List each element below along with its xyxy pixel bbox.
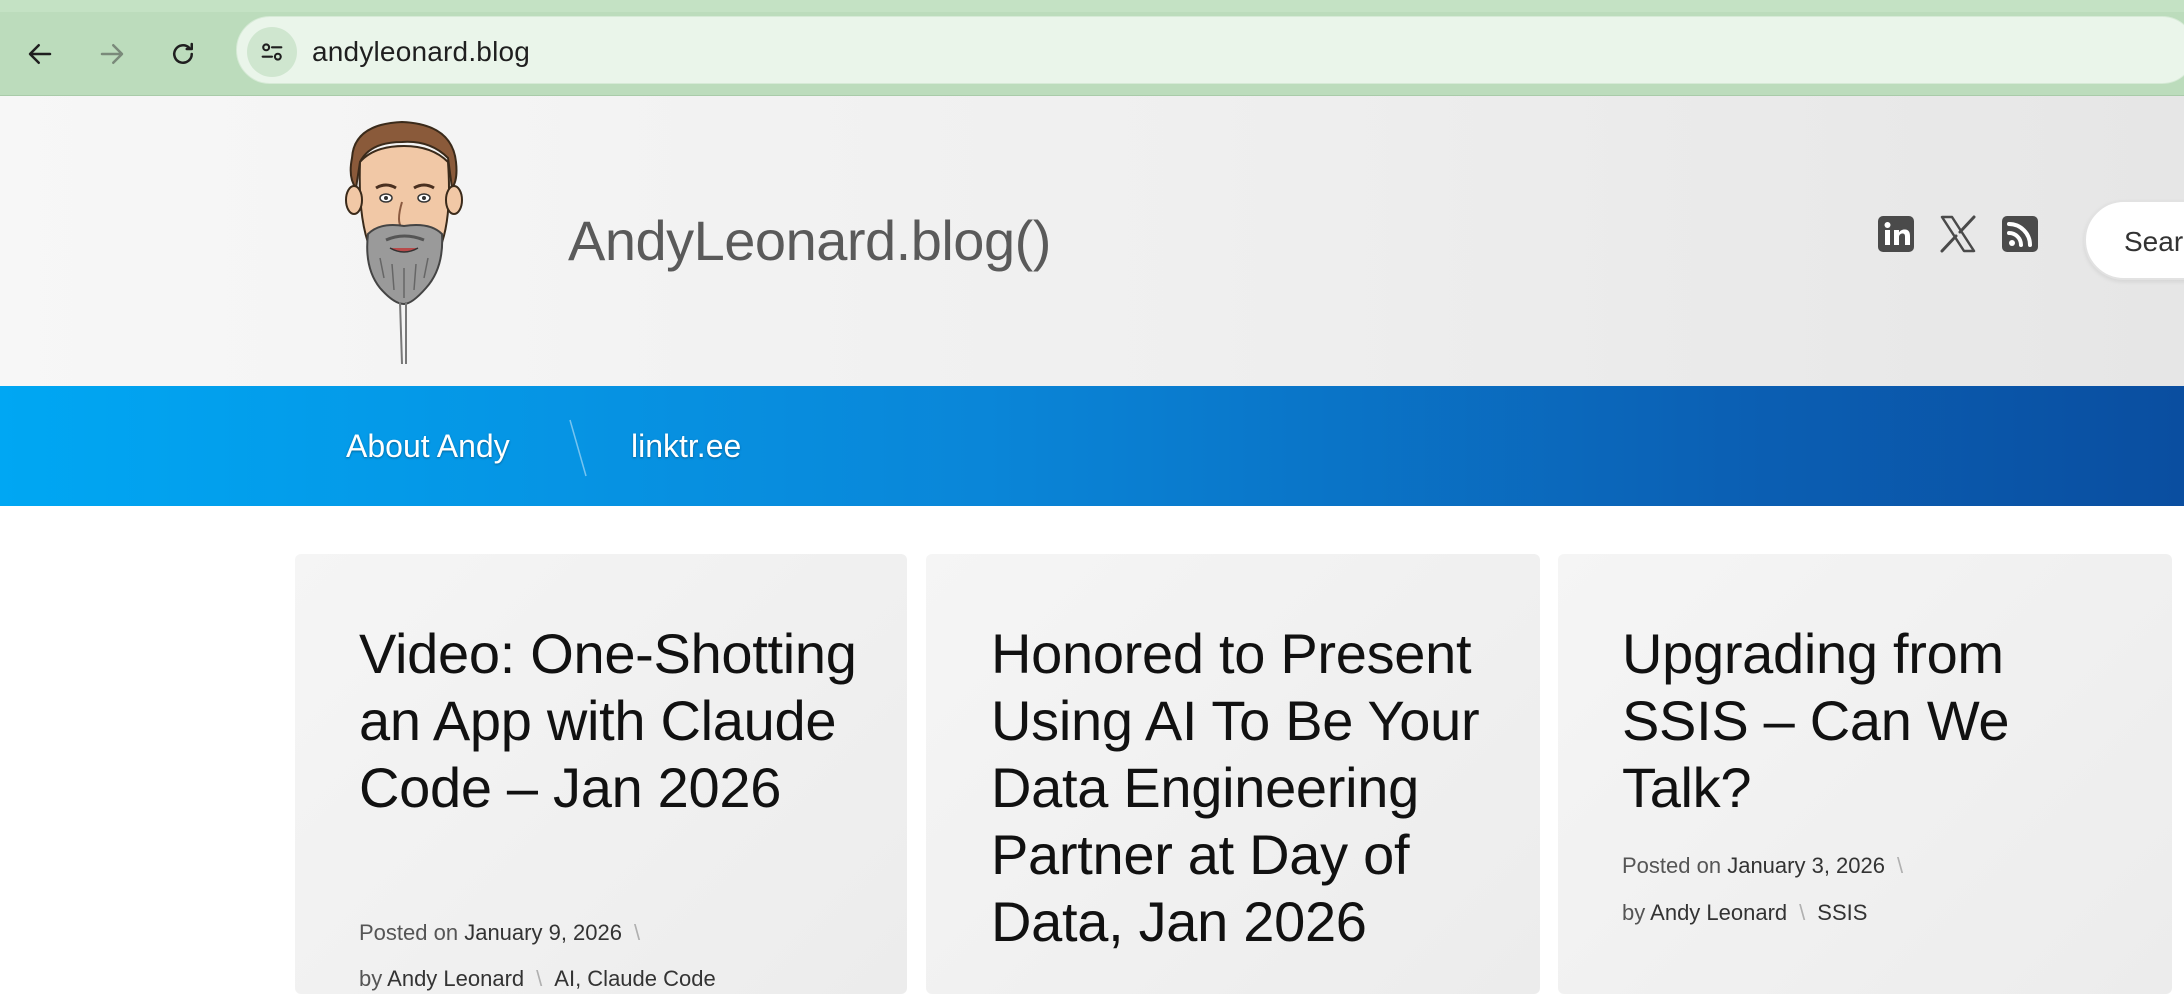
by-label: by: [359, 966, 383, 991]
post-category-links[interactable]: AI, Claude Code: [554, 966, 715, 991]
post-title[interactable]: Upgrading from SSIS – Can We Talk?: [1622, 620, 2122, 821]
nav-item-about-andy[interactable]: About Andy: [346, 428, 510, 465]
post-date-link[interactable]: January 3, 2026: [1727, 853, 1885, 878]
main-navigation: About Andy linktr.ee: [0, 386, 2184, 506]
post-author-meta: by Andy Leonard \ AI, Claude Code: [359, 966, 716, 992]
meta-separator: \: [536, 966, 543, 991]
post-date-link[interactable]: January 9, 2026: [464, 920, 622, 945]
reload-button[interactable]: [159, 30, 207, 78]
meta-separator: \: [1799, 900, 1806, 925]
post-card: Honored to Present Using AI To Be Your D…: [926, 554, 1540, 994]
url-text[interactable]: andyleonard.blog: [312, 36, 530, 68]
site-info-button[interactable]: [247, 27, 297, 77]
search-input[interactable]: Search: [2084, 200, 2184, 280]
post-card: Video: One-Shotting an App with Claude C…: [295, 554, 907, 994]
post-title[interactable]: Honored to Present Using AI To Be Your D…: [991, 620, 1511, 955]
post-card: Upgrading from SSIS – Can We Talk? Poste…: [1558, 554, 2172, 994]
avatar-caricature[interactable]: [340, 118, 470, 368]
linkedin-icon: [1878, 216, 1914, 252]
post-author-link[interactable]: Andy Leonard: [1650, 900, 1787, 925]
post-date-meta: Posted on January 3, 2026 \: [1622, 853, 1915, 879]
linkedin-link[interactable]: [1876, 214, 1916, 254]
forward-button[interactable]: [88, 30, 136, 78]
site-info-icon: [261, 43, 283, 61]
x-twitter-link[interactable]: [1938, 214, 1978, 254]
rss-icon: [2002, 216, 2038, 252]
browser-toolbar: andyleonard.blog: [0, 0, 2184, 96]
rss-link[interactable]: [2000, 214, 2040, 254]
back-arrow-icon: [28, 44, 52, 64]
meta-separator: \: [1896, 853, 1904, 878]
address-bar[interactable]: andyleonard.blog: [236, 16, 2184, 84]
post-author-link[interactable]: Andy Leonard: [387, 966, 524, 991]
posted-on-label: Posted on: [359, 920, 459, 945]
by-label: by: [1622, 900, 1646, 925]
post-date-meta: Posted on January 9, 2026 \: [359, 920, 652, 946]
post-title[interactable]: Video: One-Shotting an App with Claude C…: [359, 620, 859, 821]
post-author-meta: by Andy Leonard \ SSIS: [1622, 900, 1867, 926]
back-button[interactable]: [16, 30, 64, 78]
x-twitter-icon: [1940, 215, 1976, 253]
forward-arrow-icon: [100, 44, 124, 64]
posted-on-label: Posted on: [1622, 853, 1722, 878]
site-title[interactable]: AndyLeonard.blog(): [568, 208, 1051, 273]
nav-separator: [569, 419, 587, 477]
post-category-links[interactable]: SSIS: [1817, 900, 1867, 925]
nav-item-linktree[interactable]: linktr.ee: [631, 428, 741, 465]
reload-icon: [173, 42, 193, 64]
site-header: AndyLeonard.blog() Search: [0, 96, 2184, 386]
search-label: Search: [2124, 226, 2184, 257]
meta-separator: \: [633, 920, 641, 945]
